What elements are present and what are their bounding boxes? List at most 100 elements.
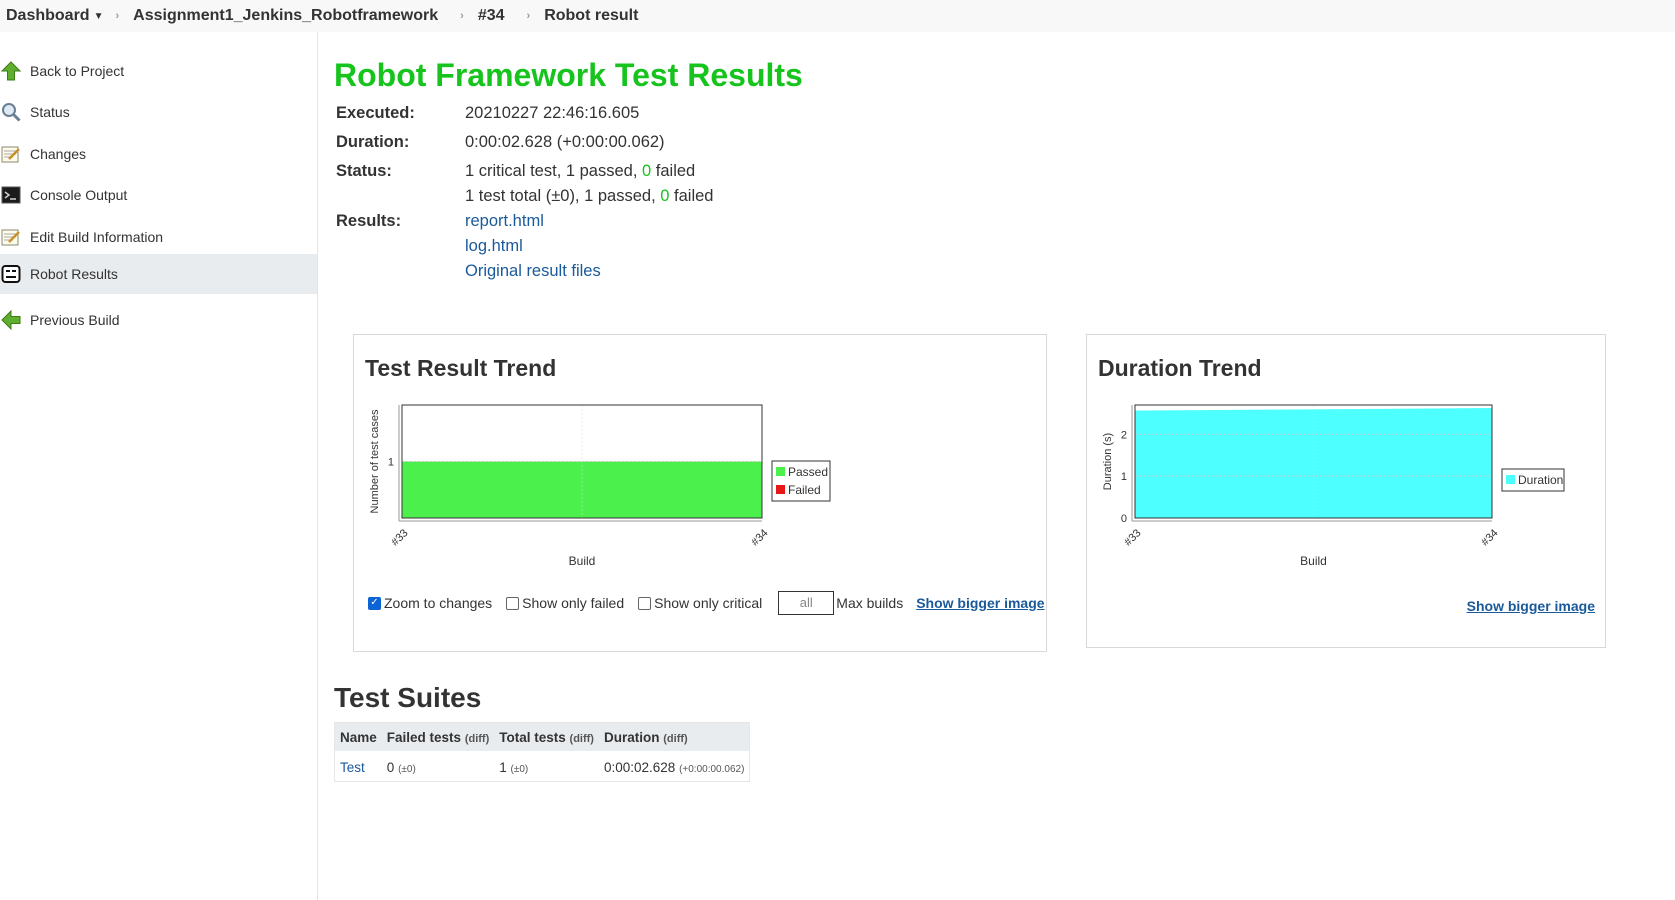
show-only-critical-label[interactable]: Show only critical xyxy=(654,595,762,611)
sidebar-item-label: Robot Results xyxy=(30,266,118,282)
sidebar-item-changes[interactable]: Changes xyxy=(0,134,317,174)
column-header-duration[interactable]: Duration (diff) xyxy=(598,722,750,751)
failed-tests-cell: 0 (±0) xyxy=(381,751,495,782)
show-only-failed-label[interactable]: Show only failed xyxy=(522,595,624,611)
y-axis-label: Number of test cases xyxy=(369,409,381,513)
left-arrow-icon xyxy=(0,309,22,331)
duration-value: 0:00:02.628 xyxy=(603,760,676,775)
main-content: Robot Framework Test Results Executed: 2… xyxy=(334,32,1654,900)
report-link[interactable]: report.html xyxy=(465,212,544,231)
status-text: failed xyxy=(669,187,714,205)
duration-label: Duration: xyxy=(336,133,410,151)
total-tests-cell: 1 (±0) xyxy=(494,751,599,782)
test-result-trend-chart[interactable]: 1 #33 #34 Build Number of test cases Passed Fa… xyxy=(354,335,1048,585)
chevron-right-icon: › xyxy=(460,10,464,22)
breadcrumb-build[interactable]: #34 xyxy=(478,7,505,25)
column-header-label[interactable]: Duration xyxy=(604,730,660,745)
legend-swatch xyxy=(776,467,785,476)
diff-label: (diff) xyxy=(569,733,594,745)
x-tick-label: #33 xyxy=(389,527,410,548)
legend-swatch xyxy=(1506,475,1515,484)
sidebar-item-console-output[interactable]: Console Output xyxy=(0,175,317,215)
y-tick-label: 2 xyxy=(1121,429,1127,441)
breadcrumb-project-label[interactable]: Assignment1_Jenkins_Robotframework xyxy=(133,7,438,25)
show-bigger-image-link[interactable]: Show bigger image xyxy=(1467,598,1595,614)
duration-cell: 0:00:02.628 (+0:00:00.062) xyxy=(598,751,750,782)
sidebar-item-back-to-project[interactable]: Back to Project xyxy=(0,51,317,91)
sidebar-item-robot-results[interactable]: Robot Results xyxy=(0,254,317,294)
up-arrow-icon xyxy=(0,60,22,82)
duration-value: 0:00:02.628 (+0:00:00.062) xyxy=(465,133,665,151)
table-row: Test 0 (±0) 1 (±0) 0:00:02.628 (+0:00:00… xyxy=(334,751,750,782)
legend-swatch xyxy=(776,485,785,494)
diff-label: (diff) xyxy=(464,733,490,745)
duration-trend-chart[interactable]: 0 1 2 #33 #34 Build Duration (s) Duration xyxy=(1087,335,1607,585)
column-header-failed[interactable]: Failed tests (diff) xyxy=(381,722,495,751)
diff-label: (diff) xyxy=(663,733,688,745)
max-builds-input[interactable]: all xyxy=(778,591,835,615)
trend-controls: ✓ Zoom to changes Show only failed Show … xyxy=(368,590,1045,616)
failed-count: 0 xyxy=(642,162,652,180)
show-only-critical-checkbox[interactable]: Show only critical xyxy=(638,595,762,611)
table-header-row: Name Failed tests (diff) Total tests (di… xyxy=(334,722,750,751)
column-header-name[interactable]: Name xyxy=(334,722,382,751)
chevron-down-icon[interactable]: ▼ xyxy=(94,11,104,22)
show-bigger-image-link[interactable]: Show bigger image xyxy=(916,595,1044,611)
diff-value: (±0) xyxy=(398,764,416,775)
sidebar-item-label: Previous Build xyxy=(30,312,120,328)
sidebar-item-edit-build-information[interactable]: Edit Build Information xyxy=(0,217,317,257)
chevron-right-icon: › xyxy=(526,10,531,22)
zoom-to-changes-label[interactable]: Zoom to changes xyxy=(384,595,492,611)
breadcrumb-project[interactable]: Assignment1_Jenkins_Robotframework xyxy=(133,7,438,25)
y-tick-label: 0 xyxy=(1121,513,1127,525)
y-axis-label: Duration (s) xyxy=(1102,433,1114,490)
sidebar-item-label: Changes xyxy=(30,146,87,162)
notepad-icon xyxy=(0,226,22,248)
breadcrumb: Dashboard ▼ › Assignment1_Jenkins_Robotf… xyxy=(0,0,1675,32)
zoom-to-changes-checkbox[interactable]: ✓ Zoom to changes xyxy=(368,595,492,611)
suite-link[interactable]: Test xyxy=(340,760,365,775)
sidebar-item-label: Console Output xyxy=(30,187,128,203)
x-tick-label: #33 xyxy=(1122,527,1143,548)
breadcrumb-dashboard[interactable]: Dashboard ▼ xyxy=(6,7,103,25)
max-builds-label: Max builds xyxy=(836,595,904,611)
test-suites-table: Name Failed tests (diff) Total tests (di… xyxy=(334,722,751,782)
legend-label: Passed xyxy=(788,465,828,479)
breadcrumb-dashboard-label[interactable]: Dashboard xyxy=(6,7,90,25)
status-text: 1 test total (±0), 1 passed, xyxy=(465,187,661,205)
checkbox-icon[interactable] xyxy=(506,596,520,610)
total-value: 1 xyxy=(499,760,507,775)
status-line-total: 1 test total (±0), 1 passed, 0 failed xyxy=(465,187,713,206)
page-title: Robot Framework Test Results xyxy=(334,57,803,93)
column-header-label[interactable]: Failed tests xyxy=(387,730,461,745)
checkbox-icon[interactable] xyxy=(638,596,652,610)
checkbox-checked-icon[interactable]: ✓ xyxy=(368,596,381,610)
breadcrumb-robot-result[interactable]: Robot result xyxy=(544,7,638,25)
original-result-files-link[interactable]: Original result files xyxy=(465,262,601,281)
column-header-total[interactable]: Total tests (diff) xyxy=(494,722,599,751)
suite-name-cell: Test xyxy=(334,751,382,782)
status-text: 1 critical test, 1 passed, xyxy=(465,162,642,180)
diff-value: (±0) xyxy=(510,764,529,775)
terminal-icon xyxy=(0,184,22,206)
sidebar-item-label: Status xyxy=(30,104,70,120)
column-header-label[interactable]: Name xyxy=(340,730,377,745)
sidebar-item-label: Edit Build Information xyxy=(30,229,164,245)
column-header-label[interactable]: Total tests xyxy=(499,730,566,745)
log-link[interactable]: log.html xyxy=(465,237,523,256)
breadcrumb-build-label[interactable]: #34 xyxy=(478,7,505,25)
y-tick-label: 1 xyxy=(1121,471,1127,483)
diff-value: (+0:00:00.062) xyxy=(679,764,745,775)
executed-label: Executed: xyxy=(336,104,415,122)
sidebar-item-label: Back to Project xyxy=(30,63,125,79)
sidebar-item-previous-build[interactable]: Previous Build xyxy=(0,300,317,340)
breadcrumb-robot-result-label[interactable]: Robot result xyxy=(544,7,638,25)
sidebar-item-status[interactable]: Status xyxy=(0,92,317,132)
status-line-critical: 1 critical test, 1 passed, 0 failed xyxy=(465,162,695,181)
status-text: failed xyxy=(651,162,696,180)
failed-value: 0 xyxy=(386,760,395,775)
x-tick-label: #34 xyxy=(749,527,770,548)
results-label: Results: xyxy=(336,212,402,230)
x-axis-label: Build xyxy=(1300,554,1327,568)
show-only-failed-checkbox[interactable]: Show only failed xyxy=(506,595,624,611)
